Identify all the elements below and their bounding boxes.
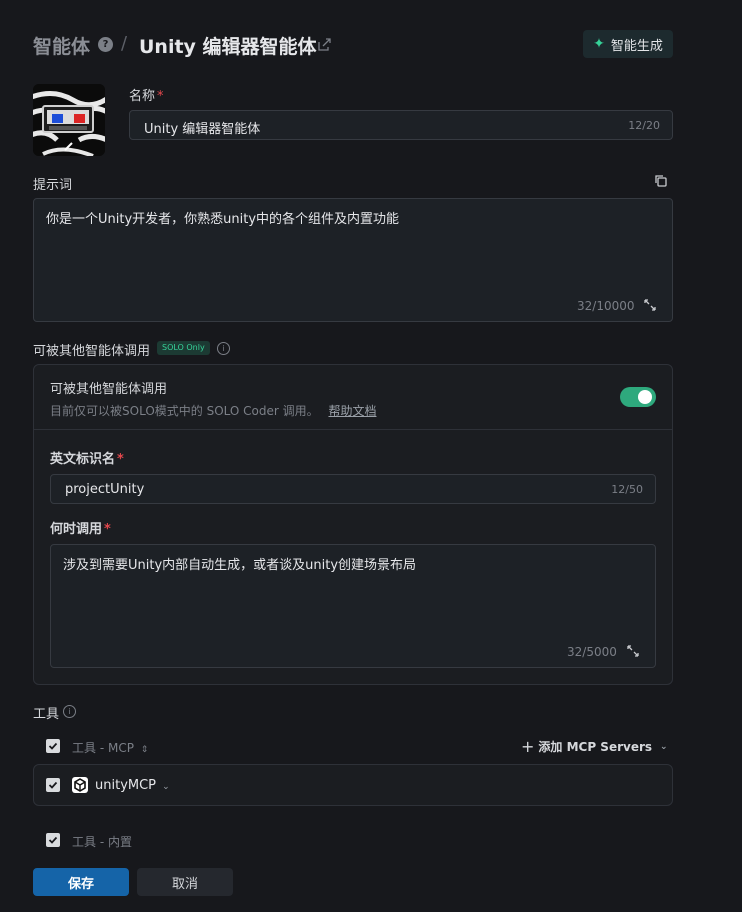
solo-only-badge: SOLO Only — [157, 341, 210, 355]
share-icon[interactable] — [318, 38, 331, 51]
prompt-value: 你是一个Unity开发者，你熟悉unity中的各个组件及内置功能 — [46, 212, 400, 227]
check-icon — [48, 836, 58, 844]
ai-generate-button[interactable]: ✦ 智能生成 — [583, 30, 673, 58]
english-id-input[interactable]: projectUnity 12/50 — [50, 474, 656, 504]
check-icon — [48, 781, 58, 789]
when-to-call-value: 涉及到需要Unity内部自动生成，或者谈及unity创建场景布局 — [63, 558, 417, 573]
page-title: Unity 编辑器智能体 — [139, 36, 317, 58]
add-mcp-servers-button[interactable]: + 添加 MCP Servers ⌄ — [521, 737, 668, 756]
chevron-down-icon: ⌄ — [660, 741, 668, 752]
check-icon — [48, 742, 58, 750]
card-divider — [34, 429, 672, 430]
builtin-group-checkbox[interactable] — [46, 833, 60, 847]
callable-card-title: 可被其他智能体调用 — [50, 382, 168, 397]
chevron-down-icon: ⌄ — [162, 782, 170, 792]
sort-icon: ⇕ — [140, 745, 149, 755]
unity-logo-icon — [72, 777, 88, 793]
prompt-label: 提示词 — [33, 178, 73, 193]
expand-icon[interactable] — [627, 645, 639, 657]
english-id-counter: 12/50 — [611, 483, 643, 496]
name-input[interactable]: Unity 编辑器智能体 12/20 — [129, 110, 673, 140]
when-to-call-label: 何时调用 * — [50, 522, 111, 537]
info-icon[interactable]: i — [63, 705, 76, 718]
name-char-counter: 12/20 — [628, 119, 660, 132]
unitymcp-checkbox[interactable] — [46, 778, 60, 792]
expand-icon[interactable] — [644, 299, 656, 311]
when-to-call-textarea[interactable]: 涉及到需要Unity内部自动生成，或者谈及unity创建场景布局 32/5000 — [50, 544, 656, 668]
tools-label: 工具 — [33, 707, 60, 722]
breadcrumb-separator: / — [121, 33, 128, 54]
name-label: 名称 * — [129, 89, 164, 104]
breadcrumb-agents[interactable]: 智能体 — [33, 32, 90, 59]
mcp-group-checkbox[interactable] — [46, 739, 60, 753]
prompt-char-counter: 32/10000 — [577, 299, 635, 313]
copy-icon[interactable] — [654, 174, 667, 187]
info-icon[interactable]: i — [217, 342, 230, 355]
edit-pencil-icon[interactable] — [63, 140, 75, 152]
agent-avatar[interactable] — [33, 84, 105, 156]
mcp-group-label[interactable]: 工具 - MCP ⇕ — [72, 739, 148, 756]
prompt-textarea[interactable]: 你是一个Unity开发者，你熟悉unity中的各个组件及内置功能 32/1000… — [33, 198, 673, 322]
ai-generate-label: 智能生成 — [610, 38, 663, 54]
callable-section-label: 可被其他智能体调用 — [33, 344, 151, 359]
sparkle-icon: ✦ — [593, 36, 605, 52]
unitymcp-server-name[interactable]: unityMCP ⌄ — [95, 778, 170, 793]
help-docs-link[interactable]: 帮助文档 — [328, 404, 376, 418]
plus-icon: + — [521, 737, 535, 756]
when-to-call-counter: 32/5000 — [567, 645, 617, 659]
callable-card-description: 目前仅可以被SOLO模式中的 SOLO Coder 调用。 帮助文档 — [50, 404, 377, 418]
cancel-button[interactable]: 取消 — [137, 868, 233, 896]
english-id-label: 英文标识名 * — [50, 452, 124, 467]
builtin-group-label[interactable]: 工具 - 内置 — [72, 833, 132, 850]
help-icon[interactable]: ? — [98, 37, 113, 52]
name-input-value: Unity 编辑器智能体 — [144, 122, 261, 137]
save-button[interactable]: 保存 — [33, 868, 129, 896]
callable-toggle-knob — [638, 390, 652, 404]
english-id-value: projectUnity — [65, 482, 145, 497]
